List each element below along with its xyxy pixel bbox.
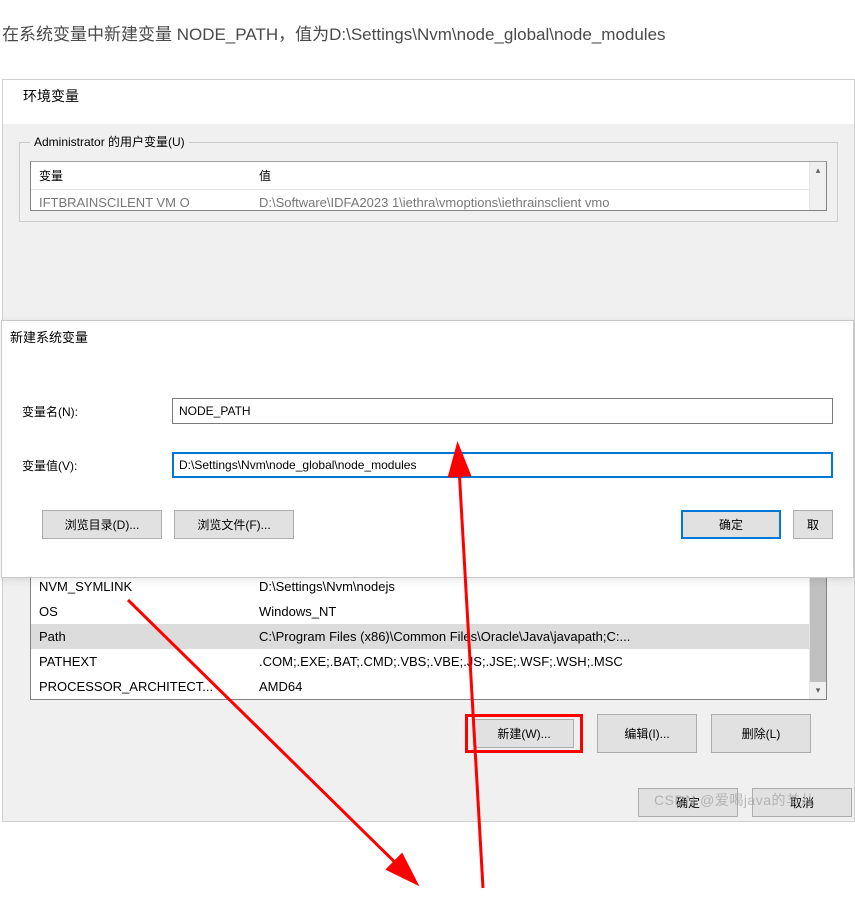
variable-value-label: 变量值(V): bbox=[22, 457, 172, 474]
cell-value: Windows_NT bbox=[251, 603, 826, 620]
dialog-title: 环境变量 bbox=[3, 80, 854, 124]
cell-variable: Path bbox=[31, 628, 251, 645]
table-row[interactable]: OSWindows_NT bbox=[31, 599, 826, 624]
cell-value: C:\Program Files (x86)\Common Files\Orac… bbox=[251, 628, 826, 645]
cell-value: AMD64 bbox=[251, 678, 826, 695]
cell-variable: IFTBRAINSCILENT VM O bbox=[31, 194, 251, 211]
cell-variable: OS bbox=[31, 603, 251, 620]
cell-variable: PATHEXT bbox=[31, 653, 251, 670]
user-variables-label: Administrator 的用户变量(U) bbox=[30, 133, 189, 150]
watermark: CSDN @爱喝java的羊儿 bbox=[654, 790, 815, 810]
column-variable[interactable]: 变量 bbox=[31, 162, 251, 189]
scroll-up-icon[interactable]: ▴ bbox=[810, 162, 826, 179]
variable-value-input[interactable] bbox=[172, 452, 833, 478]
table-row[interactable]: PROCESSOR_ARCHITECT...AMD64 bbox=[31, 674, 826, 699]
new-button[interactable]: 新建(W)... bbox=[474, 719, 574, 748]
browse-file-button[interactable]: 浏览文件(F)... bbox=[174, 510, 294, 539]
cell-value: .COM;.EXE;.BAT;.CMD;.VBS;.VBE;.JS;.JSE;.… bbox=[251, 653, 826, 670]
table-row[interactable]: PATHEXT.COM;.EXE;.BAT;.CMD;.VBS;.VBE;.JS… bbox=[31, 649, 826, 674]
scroll-down-icon[interactable]: ▾ bbox=[810, 682, 826, 699]
cell-variable: NVM_SYMLINK bbox=[31, 578, 251, 595]
edit-button[interactable]: 编辑(I)... bbox=[597, 714, 697, 753]
instruction-text: 在系统变量中新建变量 NODE_PATH，值为D:\Settings\Nvm\n… bbox=[0, 0, 855, 49]
user-variables-group: Administrator 的用户变量(U) 变量 值 IFTBRAINSCIL… bbox=[19, 142, 838, 222]
column-value[interactable]: 值 bbox=[251, 162, 826, 189]
env-variables-dialog: 环境变量 Administrator 的用户变量(U) 变量 值 IFTBRAI… bbox=[2, 79, 855, 822]
scroll-thumb[interactable] bbox=[810, 572, 826, 682]
table-body: IFTBRAINSCILENT VM O D:\Software\IDFA202… bbox=[31, 190, 826, 211]
scrollbar[interactable]: ▴ bbox=[809, 162, 826, 210]
delete-button[interactable]: 删除(L) bbox=[711, 714, 811, 753]
browse-directory-button[interactable]: 浏览目录(D)... bbox=[42, 510, 162, 539]
cancel-button[interactable]: 取 bbox=[793, 510, 833, 539]
ok-button[interactable]: 确定 bbox=[681, 510, 781, 539]
table-row[interactable]: IFTBRAINSCILENT VM O D:\Software\IDFA202… bbox=[31, 190, 826, 211]
variable-name-input[interactable] bbox=[172, 398, 833, 424]
variable-name-label: 变量名(N): bbox=[22, 403, 172, 420]
table-row[interactable]: PathC:\Program Files (x86)\Common Files\… bbox=[31, 624, 826, 649]
user-variables-table[interactable]: 变量 值 IFTBRAINSCILENT VM O D:\Software\ID… bbox=[30, 161, 827, 211]
cell-variable: PROCESSOR_ARCHITECT... bbox=[31, 678, 251, 695]
table-header: 变量 值 bbox=[31, 162, 826, 190]
new-var-dialog-title: 新建系统变量 bbox=[2, 321, 853, 352]
cell-value: D:\Settings\Nvm\nodejs bbox=[251, 578, 826, 595]
new-system-variable-dialog: 新建系统变量 变量名(N): 变量值(V): 浏览目录(D)... 浏览文件(F… bbox=[1, 320, 854, 578]
cell-value: D:\Software\IDFA2023 1\iethra\vmoptions\… bbox=[251, 194, 826, 211]
